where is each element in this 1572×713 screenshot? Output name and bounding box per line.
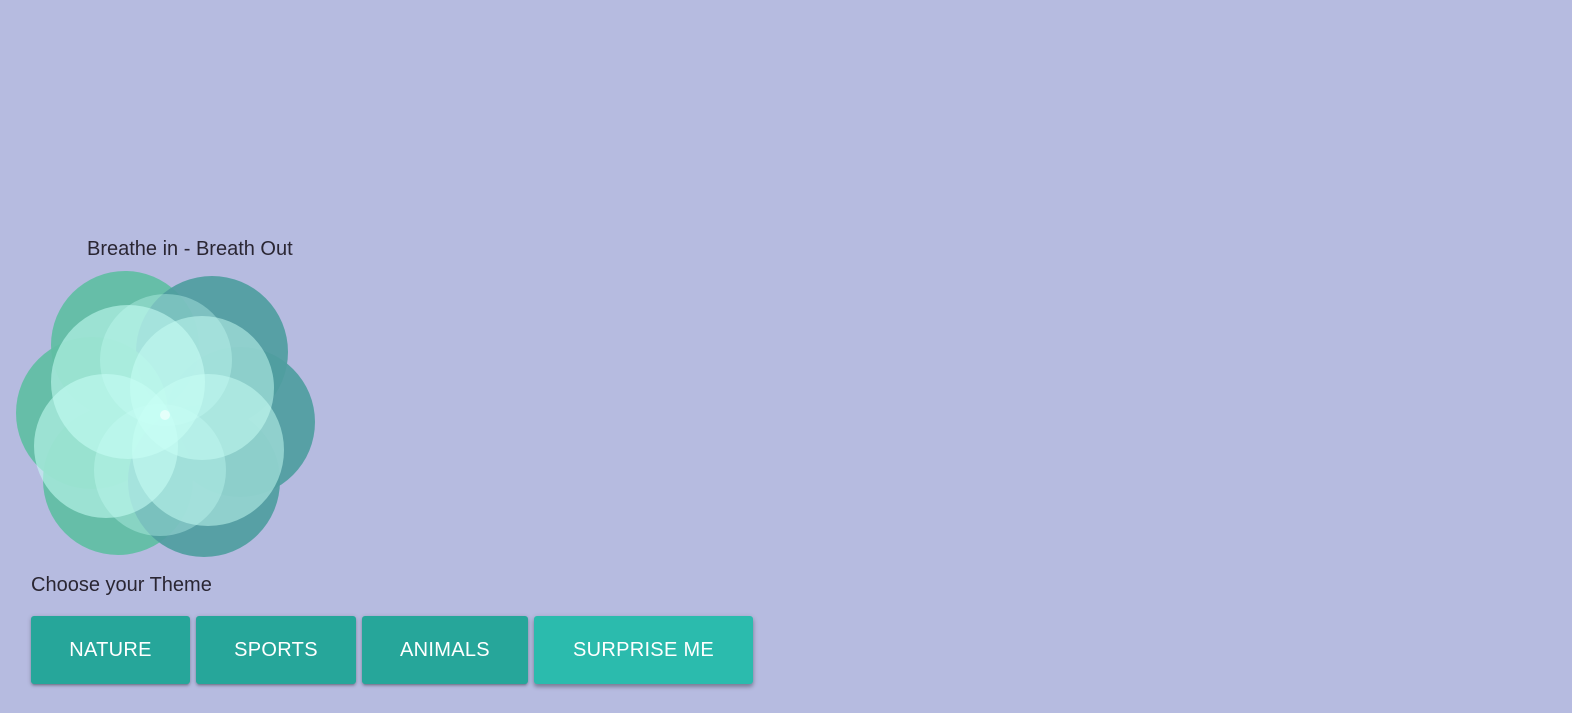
theme-label: Choose your Theme [31,574,212,596]
surprise-me-button[interactable]: SURPRISE ME [534,616,753,684]
nature-button[interactable]: NATURE [31,616,190,684]
inner-petal-6 [94,404,226,536]
flower-center [160,410,170,420]
breathe-title: Breathe in - Breath Out [87,238,293,260]
animals-button[interactable]: ANIMALS [362,616,528,684]
sports-button[interactable]: SPORTS [196,616,356,684]
breathing-flower-icon [16,271,315,557]
